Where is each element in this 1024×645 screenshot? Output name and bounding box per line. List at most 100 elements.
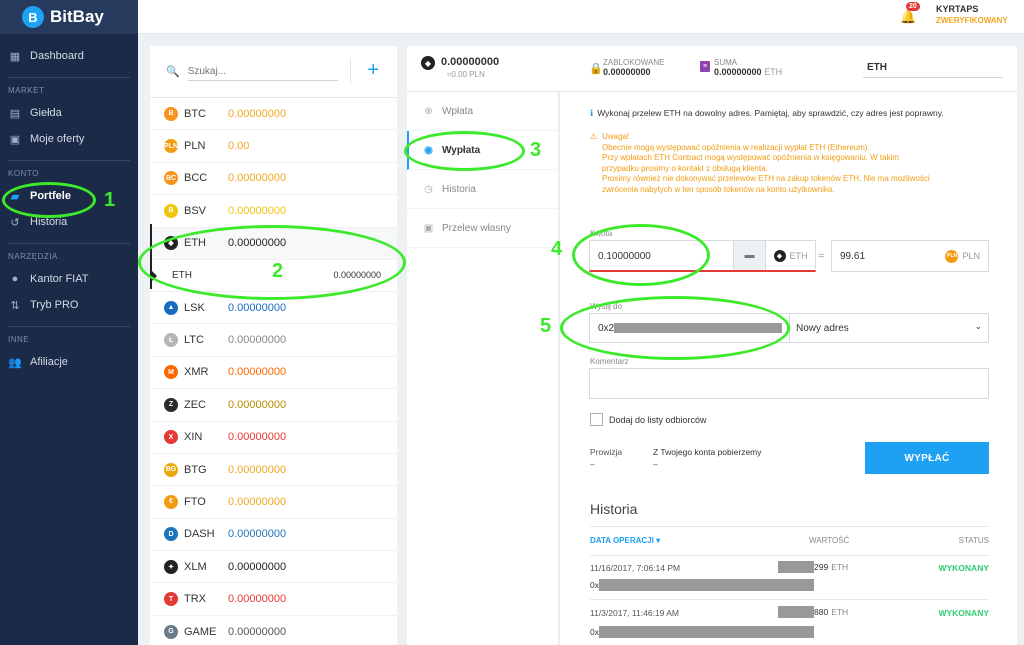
amount-currency: ◆ ETH (765, 241, 815, 270)
btg-coin-icon: BG (164, 462, 178, 477)
fee-text: Z Twojego konta pobierzemy (653, 447, 762, 457)
divider (8, 160, 130, 161)
redacted-address (598, 579, 814, 591)
history-date: 11/16/2017, 7:06:14 PM (590, 563, 681, 573)
add-recipient-row[interactable]: Dodaj do listy odbiorców (590, 413, 707, 426)
wallet-symbol: GAME (184, 625, 217, 638)
wallet-row-xin[interactable]: X XIN 0.00000000 (150, 422, 397, 454)
users-icon: 👥 (8, 356, 22, 369)
sidebar-item-moje-oferty[interactable]: ▣ Moje oferty (0, 126, 138, 152)
warning-body: Uwaga! Obecnie mogą występować opóźnieni… (602, 132, 1000, 195)
wallet-row-trx[interactable]: T TRX 0.00000000 (150, 583, 397, 616)
sidebar-item-label: Afiliacje (30, 356, 68, 368)
withdraw-button[interactable]: WYPŁAĆ (865, 442, 989, 474)
sidebar-item-afiliacje[interactable]: 👥 Afiliacje (0, 349, 138, 375)
wallet-balance: 0.00000000 (228, 398, 287, 411)
wallet-row-xmr[interactable]: M XMR 0.00000000 (150, 357, 397, 390)
comment-input[interactable] (589, 368, 989, 399)
annotation-number-5: 5 (540, 315, 552, 337)
divider (590, 526, 989, 527)
trx-coin-icon: T (164, 592, 178, 607)
warning-line: przypadku prosimy o kontakt z obsługą kl… (602, 163, 768, 173)
wallet-balance: 0.00000000 (228, 593, 287, 606)
operation-tabs: ⊕ Wpłata ◉ Wypłata ◷ Historia ▣ Przelew … (407, 92, 559, 645)
wallet-row-btg[interactable]: BG BTG 0.00000000 (150, 454, 397, 487)
history-address-prefix: 0x (590, 627, 599, 637)
wallet-symbol: BTG (184, 463, 207, 476)
annotation-ring-4 (572, 224, 710, 286)
divider (8, 243, 130, 244)
search-input[interactable] (187, 62, 338, 81)
history-value: 299 ETH (778, 561, 848, 573)
history-status: WYKONANY (938, 608, 989, 618)
sidebar-item-kantor[interactable]: ● Kantor FIAT (0, 266, 138, 292)
column-value: WARTOŚĆ (809, 536, 850, 545)
redacted-value (778, 561, 814, 573)
add-recipient-checkbox[interactable] (590, 413, 603, 426)
wallet-row-fto[interactable]: € FTO 0.00000000 (150, 486, 397, 519)
wallet-symbol: BCC (184, 172, 208, 185)
info-message: ℹ Wykonaj przelew ETH na dowolny adres. P… (590, 108, 1010, 119)
bitbay-logo-icon: B (22, 6, 44, 28)
wallet-row-dash[interactable]: D DASH 0.00000000 (150, 519, 397, 552)
wallet-list: 🔍 + B BTC 0.00000000 PLN PLN 0.00 BC BCC 0.00000… (150, 46, 397, 645)
history-title: Historia (590, 501, 638, 517)
warning-line: Przy wpłatach ETH Contract mogą występow… (602, 153, 900, 162)
wallet-balance: 0.00000000 (228, 301, 287, 314)
amount-currency-label: ETH (789, 250, 808, 261)
tab-label: Historia (442, 183, 476, 195)
wallet-symbol: DASH (184, 528, 215, 541)
sidebar-item-tryb-pro[interactable]: ⇅ Tryb PRO (0, 292, 138, 318)
add-recipient-label: Dodaj do listy odbiorców (609, 414, 707, 425)
redacted-value (778, 606, 814, 618)
wallet-symbol: XLM (184, 560, 207, 573)
bell-icon[interactable]: 🔔 (900, 9, 916, 24)
balance-amount: 0.00000000 (441, 56, 500, 68)
wallet-symbol: BTC (184, 107, 206, 120)
wallet-row-bsv[interactable]: B BSV 0.00000000 (150, 195, 397, 228)
btc-coin-icon: B (164, 106, 178, 121)
wallet-balance: 0.00000000 (228, 172, 287, 185)
tab-historia[interactable]: ◷ Historia (407, 170, 558, 209)
sidebar-item-dashboard[interactable]: ▦ Dashboard (0, 43, 138, 69)
bsv-coin-icon: B (164, 203, 178, 218)
wallet-balance: 0.00000000 (228, 334, 287, 347)
game-coin-icon: G (164, 624, 178, 639)
tab-przelew-wlasny[interactable]: ▣ Przelew własny (407, 209, 558, 248)
wallet-row-btc[interactable]: B BTC 0.00000000 (150, 98, 397, 131)
column-date[interactable]: DATA OPERACJI ▾ (590, 536, 660, 545)
pln-currency: PLN PLN (945, 249, 980, 263)
sidebar-item-gielda[interactable]: ▤ Giełda (0, 100, 138, 126)
fto-coin-icon: € (164, 494, 178, 509)
comment-label: Komentarz (590, 357, 629, 366)
currency-select[interactable]: ETH (863, 62, 1003, 78)
tab-wplata[interactable]: ⊕ Wpłata (407, 92, 558, 131)
coins-icon[interactable]: ▬ (733, 241, 765, 270)
wallet-row-ltc[interactable]: Ł LTC 0.00000000 (150, 324, 397, 357)
annotation-number-1: 1 (104, 189, 116, 211)
address-select[interactable]: Nowy adres ⌄ (790, 321, 988, 334)
brand[interactable]: B BitBay (0, 0, 138, 34)
wallet-row-game[interactable]: G GAME 0.00000000 (150, 616, 397, 645)
kantor-icon: ● (11, 273, 19, 285)
xin-coin-icon: X (164, 430, 178, 445)
wallet-row-bcc[interactable]: BC BCC 0.00000000 (150, 163, 397, 196)
sum-unit: ETH (764, 67, 783, 77)
divider (8, 326, 130, 327)
wallet-row-pln[interactable]: PLN PLN 0.00 (150, 130, 397, 163)
wallet-symbol: BSV (184, 204, 207, 217)
sum-value: 0.00000000 ETH (714, 67, 782, 77)
transfer-icon: ▣ (423, 222, 434, 234)
deposit-icon: ⊕ (424, 105, 433, 117)
add-wallet-button[interactable]: + (367, 59, 379, 82)
wallet-row-xlm[interactable]: ✦ XLM 0.00000000 (150, 551, 397, 584)
info-icon: ℹ (590, 108, 594, 118)
wallet-symbol: TRX (184, 593, 206, 606)
wallet-symbol: ZEC (184, 398, 206, 411)
balance-pln: ≈0.00 PLN (447, 70, 485, 79)
history-address-prefix: 0x (590, 580, 599, 590)
pln-field[interactable]: 99.61 PLN PLN (831, 240, 989, 272)
wallet-row-zec[interactable]: Z ZEC 0.00000000 (150, 389, 397, 422)
user-name[interactable]: KYRTAPS (936, 4, 978, 14)
sidebar-item-label: Moje oferty (30, 133, 85, 145)
